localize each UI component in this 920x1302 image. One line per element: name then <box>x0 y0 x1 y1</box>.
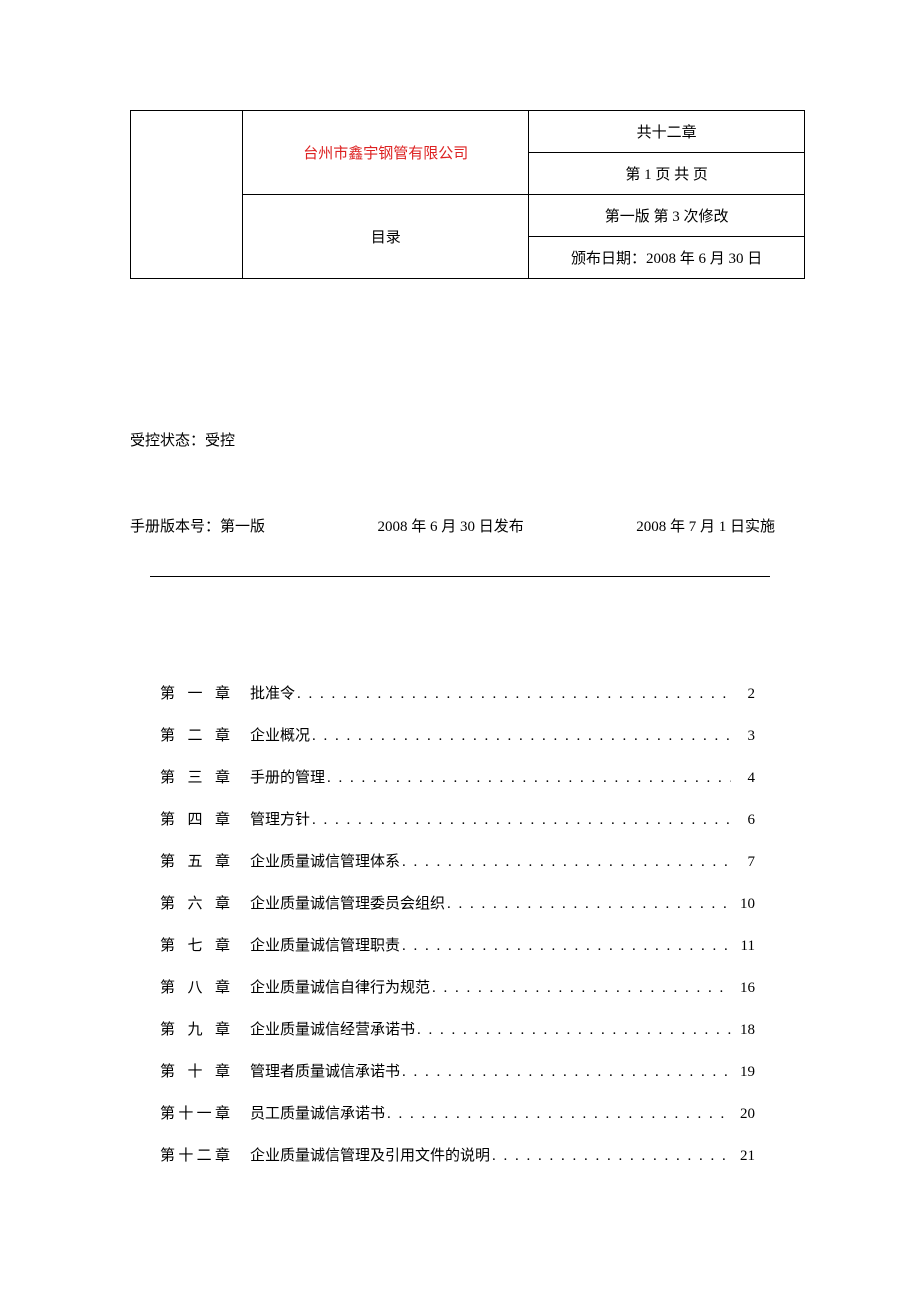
toc-page: 19 <box>731 1060 755 1084</box>
toc-title: 企业质量诚信自律行为规范 <box>250 976 430 1000</box>
toc-dots: . . . . . . . . . . . . . . . . . . . . … <box>445 892 731 916</box>
manual-version: 手册版本号：第一版 <box>130 515 265 536</box>
toc-title: 企业质量诚信经营承诺书 <box>250 1018 415 1042</box>
toc-page: 21 <box>731 1144 755 1168</box>
toc-page: 3 <box>731 724 755 748</box>
toc-row: 第九章企业质量诚信经营承诺书. . . . . . . . . . . . . … <box>160 1018 755 1042</box>
toc-row: 第二章企业概况. . . . . . . . . . . . . . . . .… <box>160 724 755 748</box>
toc-title: 企业概况 <box>250 724 310 748</box>
table-of-contents: 第一章批准令. . . . . . . . . . . . . . . . . … <box>130 682 805 1168</box>
toc-dots: . . . . . . . . . . . . . . . . . . . . … <box>325 766 731 790</box>
toc-page: 6 <box>731 808 755 832</box>
toc-dots: . . . . . . . . . . . . . . . . . . . . … <box>310 808 731 832</box>
toc-chapter: 第九章 <box>160 1018 230 1042</box>
issue-date: 颁布日期：2008 年 6 月 30 日 <box>529 237 805 279</box>
toc-chapter: 第一章 <box>160 682 230 706</box>
toc-page: 11 <box>731 934 755 958</box>
toc-chapter: 第七章 <box>160 934 230 958</box>
toc-title: 企业质量诚信管理体系 <box>250 850 400 874</box>
company-name: 台州市鑫宇钢管有限公司 <box>243 111 529 195</box>
version-line: 手册版本号：第一版 2008 年 6 月 30 日发布 2008 年 7 月 1… <box>130 515 805 536</box>
toc-row: 第四章管理方针. . . . . . . . . . . . . . . . .… <box>160 808 755 832</box>
toc-title: 管理者质量诚信承诺书 <box>250 1060 400 1084</box>
header-table: 台州市鑫宇钢管有限公司 共十二章 第 1 页 共 页 目录 第一版 第 3 次修… <box>130 110 805 279</box>
toc-page: 2 <box>731 682 755 706</box>
toc-row: 第七章企业质量诚信管理职责. . . . . . . . . . . . . .… <box>160 934 755 958</box>
header-logo-cell <box>131 111 243 279</box>
toc-page: 4 <box>731 766 755 790</box>
toc-title: 员工质量诚信承诺书 <box>250 1102 385 1126</box>
toc-dots: . . . . . . . . . . . . . . . . . . . . … <box>400 850 731 874</box>
toc-title: 批准令 <box>250 682 295 706</box>
toc-row: 第十章管理者质量诚信承诺书. . . . . . . . . . . . . .… <box>160 1060 755 1084</box>
divider <box>150 576 770 577</box>
toc-label: 目录 <box>243 195 529 279</box>
toc-row: 第六章企业质量诚信管理委员会组织. . . . . . . . . . . . … <box>160 892 755 916</box>
toc-row: 第三章手册的管理. . . . . . . . . . . . . . . . … <box>160 766 755 790</box>
version-revision: 第一版 第 3 次修改 <box>529 195 805 237</box>
toc-chapter: 第四章 <box>160 808 230 832</box>
effective-date: 2008 年 7 月 1 日实施 <box>636 515 775 536</box>
toc-row: 第十一章员工质量诚信承诺书. . . . . . . . . . . . . .… <box>160 1102 755 1126</box>
document-page: 台州市鑫宇钢管有限公司 共十二章 第 1 页 共 页 目录 第一版 第 3 次修… <box>0 0 920 1246</box>
page-info: 第 1 页 共 页 <box>529 153 805 195</box>
toc-page: 16 <box>731 976 755 1000</box>
toc-page: 10 <box>731 892 755 916</box>
toc-chapter: 第二章 <box>160 724 230 748</box>
toc-title: 企业质量诚信管理委员会组织 <box>250 892 445 916</box>
toc-title: 企业质量诚信管理职责 <box>250 934 400 958</box>
control-status: 受控状态：受控 <box>130 429 805 450</box>
toc-chapter: 第五章 <box>160 850 230 874</box>
toc-title: 管理方针 <box>250 808 310 832</box>
toc-chapter: 第八章 <box>160 976 230 1000</box>
toc-chapter: 第三章 <box>160 766 230 790</box>
toc-dots: . . . . . . . . . . . . . . . . . . . . … <box>430 976 731 1000</box>
toc-dots: . . . . . . . . . . . . . . . . . . . . … <box>400 934 731 958</box>
toc-dots: . . . . . . . . . . . . . . . . . . . . … <box>385 1102 731 1126</box>
toc-page: 7 <box>731 850 755 874</box>
chapters-total: 共十二章 <box>529 111 805 153</box>
toc-chapter: 第六章 <box>160 892 230 916</box>
toc-dots: . . . . . . . . . . . . . . . . . . . . … <box>415 1018 731 1042</box>
toc-dots: . . . . . . . . . . . . . . . . . . . . … <box>295 682 731 706</box>
release-date: 2008 年 6 月 30 日发布 <box>377 515 523 536</box>
toc-title: 手册的管理 <box>250 766 325 790</box>
toc-row: 第十二章企业质量诚信管理及引用文件的说明. . . . . . . . . . … <box>160 1144 755 1168</box>
toc-title: 企业质量诚信管理及引用文件的说明 <box>250 1144 490 1168</box>
toc-row: 第一章批准令. . . . . . . . . . . . . . . . . … <box>160 682 755 706</box>
toc-chapter: 第十一章 <box>160 1102 230 1126</box>
toc-page: 18 <box>731 1018 755 1042</box>
toc-dots: . . . . . . . . . . . . . . . . . . . . … <box>400 1060 731 1084</box>
toc-chapter: 第十章 <box>160 1060 230 1084</box>
toc-chapter: 第十二章 <box>160 1144 230 1168</box>
toc-dots: . . . . . . . . . . . . . . . . . . . . … <box>490 1144 731 1168</box>
toc-page: 20 <box>731 1102 755 1126</box>
toc-row: 第八章企业质量诚信自律行为规范. . . . . . . . . . . . .… <box>160 976 755 1000</box>
toc-row: 第五章企业质量诚信管理体系. . . . . . . . . . . . . .… <box>160 850 755 874</box>
toc-dots: . . . . . . . . . . . . . . . . . . . . … <box>310 724 731 748</box>
